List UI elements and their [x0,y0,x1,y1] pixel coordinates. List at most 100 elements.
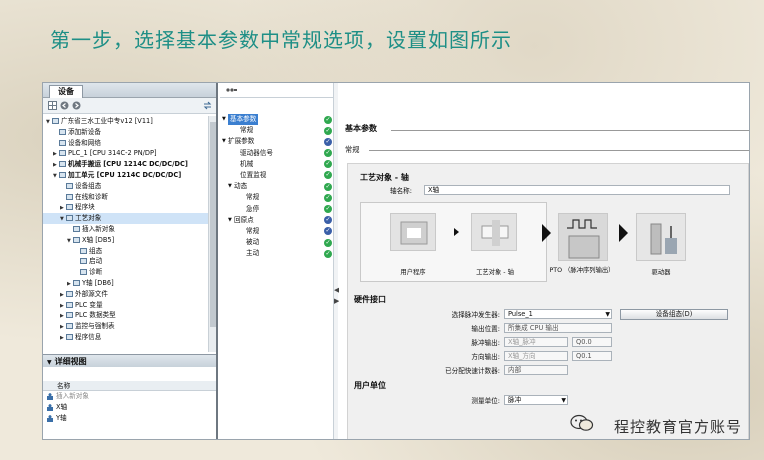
nav-item[interactable]: ▼ 扩展参数 ✓ [220,136,336,147]
detail-column-name[interactable]: 名称 [43,381,216,391]
tree-item[interactable]: ▶ PLC 数据类型 [43,310,208,321]
detail-view-header[interactable]: ▼ 详细视图 [43,354,216,367]
tree-item[interactable]: ▼ X轴 [DB5] [43,235,208,246]
tree-item[interactable]: ▶ 监控与强制表 [43,321,208,332]
tree-item-label: 诊断 [89,268,103,277]
project-tree-scrollbar[interactable] [208,116,216,352]
flow-label-drive: 驱动器 [651,269,671,276]
grid-icon[interactable] [48,101,57,110]
dropdown-arrow-icon[interactable]: ▼ [605,310,610,319]
nav-item[interactable]: 常规 ✓ [220,226,336,237]
tree-node-icon [66,193,73,200]
detail-item-label: 插入新对象 [56,392,89,400]
axis-object-icon [47,403,53,411]
tree-node-icon [66,182,73,189]
nav-item-label: 基本参数 [228,114,259,126]
hsc-field[interactable]: 内部 [504,365,568,375]
nav-item[interactable]: 驱动器信号 ✓ [220,148,336,159]
tree-node-icon [66,312,73,319]
nav-item[interactable]: ▼ 基本参数 ✓ [220,114,336,126]
tree-item[interactable]: ▶ PLC 变量 [43,300,208,311]
status-check-icon: ✓ [324,216,332,225]
forward-icon[interactable] [72,101,81,110]
direction-output-field[interactable]: X轴_方向 [504,351,568,361]
tab-devices[interactable]: 设备 [49,85,83,98]
tia-portal-window: 设备 ▼ 广东省三水工业中专v12 [V11] 添加新设备 设备和网络 ▶ PLC_1 [… [42,82,750,440]
measure-unit-select[interactable]: 脉冲 ▼ [504,395,568,405]
detail-list-item[interactable]: 插入新对象 [43,391,216,402]
detail-list-item[interactable]: X轴 [43,402,216,413]
nav-expander-icon[interactable]: ▼ [228,215,232,226]
pulse-output-field[interactable]: X轴_脉冲 [504,337,568,347]
axis-name-field[interactable]: X轴 [424,185,730,195]
tree-item[interactable]: 启动 [43,256,208,267]
status-check-icon: ✓ [324,249,332,258]
tree-item-label: 程序信息 [75,332,102,341]
nav-item[interactable]: 被动 ✓ [220,237,336,248]
panel-splitter[interactable]: ◀ ▶ [333,83,339,439]
tree-item[interactable]: ▶ 程序信息 [43,332,208,343]
dropdown-arrow-icon[interactable]: ▼ [561,396,566,405]
nav-item[interactable]: 急停 ✓ [220,204,336,215]
tree-item[interactable]: 设备和网络 [43,138,208,149]
status-check-icon: ✓ [324,137,332,146]
nav-item[interactable]: 主动 ✓ [220,248,336,259]
nav-item-label: 驱动器信号 [240,148,273,157]
collapse-arrow-icon[interactable]: ▼ [47,359,52,366]
slide-title: 第一步，选择基本参数中常规选项，设置如图所示 [50,28,512,52]
project-tree-tabbar: 设备 [43,83,216,98]
tree-item[interactable]: 组态 [43,246,208,257]
tree-item[interactable]: 在线和诊断 [43,192,208,203]
back-icon[interactable] [60,101,69,110]
detail-list: 插入新对象 X轴 Y轴 [43,391,216,424]
tree-item[interactable]: ▼ 工艺对象 [43,213,208,224]
nav-item[interactable]: ▼ 动态 ✓ [220,181,336,192]
tree-item-label: PLC 变量 [75,300,103,309]
tree-item-label: 启动 [89,257,103,266]
nav-item[interactable]: ▼ 回原点 ✓ [220,215,336,226]
nav-expander-icon[interactable]: ▼ [222,114,226,125]
tree-item[interactable]: 添加新设备 [43,127,208,138]
tech-object-title: 工艺对象 - 轴 [360,173,409,182]
nav-item[interactable]: 机械 ✓ [220,159,336,170]
status-check-icon: ✓ [324,115,332,124]
tree-item[interactable]: ▶ 外部源文件 [43,289,208,300]
tree-node-icon [59,150,66,157]
tree-node-icon [59,128,66,135]
sync-icon[interactable] [203,101,212,110]
tree-item[interactable]: 插入新对象 [43,224,208,235]
tree-item[interactable]: ▶ Y轴 [DB6] [43,278,208,289]
tree-node-icon [66,301,73,308]
output-position-field[interactable]: 所集成 CPU 输出 [504,323,612,333]
nav-expander-icon[interactable]: ▼ [228,181,232,192]
nav-item[interactable]: 常规 ✓ [220,125,336,136]
nav-item[interactable]: 位置监视 ✓ [220,170,336,181]
tree-item-label: 监控与强制表 [75,322,115,331]
pulse-generator-select[interactable]: Pulse_1 ▼ [504,309,612,319]
section-divider [391,130,749,131]
tree-item[interactable]: ▶ 程序块 [43,202,208,213]
device-config-button[interactable]: 设备组态(D) [620,309,728,320]
nav-expander-icon[interactable]: ▼ [222,136,226,147]
hardware-interface-title: 硬件接口 [354,295,386,304]
direction-output-address[interactable]: Q0.1 [572,351,612,361]
detail-item-label: X轴 [56,403,68,411]
tree-item[interactable]: 设备组态 [43,181,208,192]
tree-item-label: 设备和网络 [68,138,101,147]
tree-item[interactable]: ▼ 加工单元 [CPU 1214C DC/DC/DC] [43,170,208,181]
pulse-output-address[interactable]: Q0.0 [572,337,612,347]
status-check-icon: ✓ [324,193,332,202]
tree-item[interactable]: ▶ PLC_1 [CPU 314C-2 PN/DP] [43,148,208,159]
axis-object-icon [47,392,53,400]
tree-item[interactable]: ▼ 广东省三水工业中专v12 [V11] [43,116,208,127]
nav-item[interactable]: 常规 ✓ [220,192,336,203]
tree-item[interactable]: 诊断 [43,267,208,278]
tree-item-label: 加工单元 [CPU 1214C DC/DC/DC] [68,170,182,179]
view-toggle-icon[interactable] [226,86,237,94]
tree-node-icon [59,161,66,168]
detail-list-item[interactable]: Y轴 [43,413,216,424]
scrollbar-thumb[interactable] [210,122,216,327]
tree-item[interactable]: ▶ 机械手搬运 [CPU 1214C DC/DC/DC] [43,159,208,170]
pto-icon [558,213,608,261]
drive-icon [636,213,686,261]
